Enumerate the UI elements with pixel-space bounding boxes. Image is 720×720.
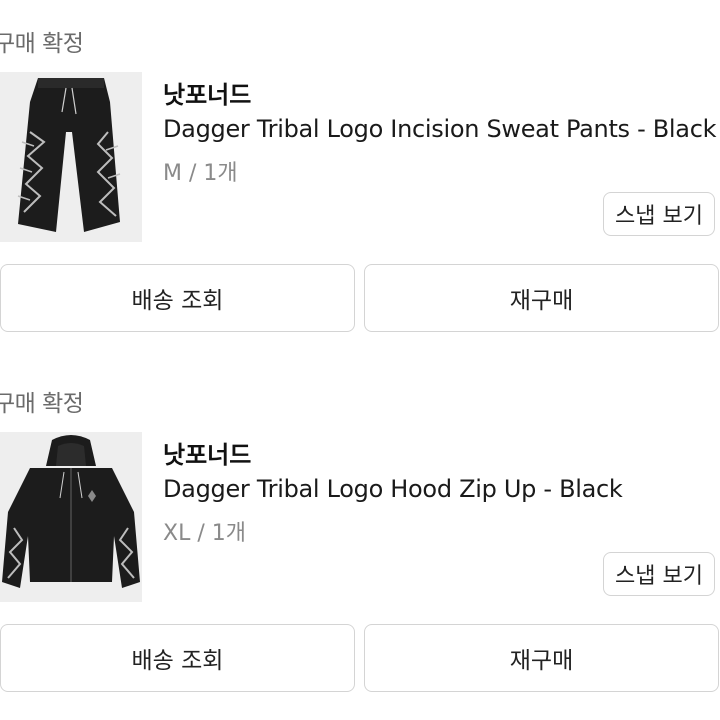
track-delivery-button[interactable]: 배송 조회: [0, 624, 355, 692]
pants-image: [0, 72, 142, 242]
reorder-button[interactable]: 재구매: [364, 624, 719, 692]
order-status: 구매 확정: [0, 391, 84, 417]
product-thumbnail[interactable]: [0, 72, 142, 242]
order-card: 구매 확정 낫포너드 Dagger Tribal Logo Hood Zip U…: [0, 360, 720, 720]
brand-name[interactable]: 낫포너드: [163, 75, 251, 110]
view-snap-button[interactable]: 스냅 보기: [603, 192, 715, 236]
order-card: 구매 확정 낫포너드 Dagger Tribal Logo Incision S…: [0, 0, 720, 360]
product-name[interactable]: Dagger Tribal Logo Hood Zip Up - Black: [163, 475, 623, 503]
product-thumbnail[interactable]: [0, 432, 142, 602]
product-name[interactable]: Dagger Tribal Logo Incision Sweat Pants …: [163, 115, 717, 143]
hoodie-image: [0, 432, 142, 602]
brand-name[interactable]: 낫포너드: [163, 435, 251, 470]
product-option: XL / 1개: [163, 521, 246, 546]
reorder-button[interactable]: 재구매: [364, 264, 719, 332]
product-option: M / 1개: [163, 161, 238, 186]
order-status: 구매 확정: [0, 31, 84, 57]
track-delivery-button[interactable]: 배송 조회: [0, 264, 355, 332]
view-snap-button[interactable]: 스냅 보기: [603, 552, 715, 596]
